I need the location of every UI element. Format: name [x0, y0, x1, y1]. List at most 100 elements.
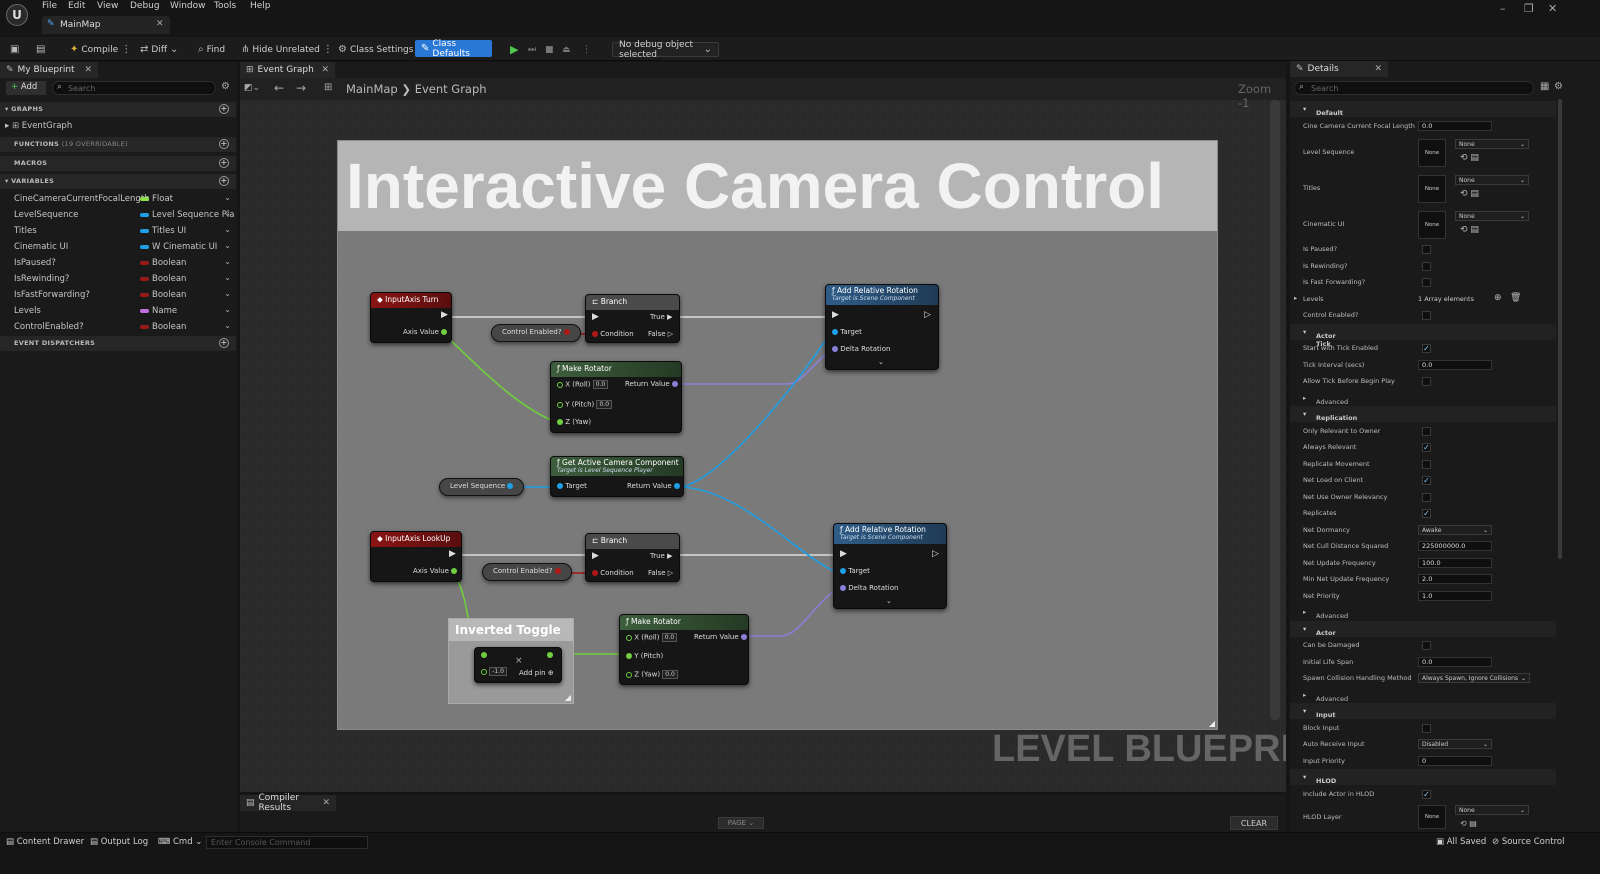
asset-dropdown[interactable]: None ⌄: [1455, 211, 1529, 221]
expand-arrow-icon[interactable]: ▸: [1294, 294, 1297, 302]
node-control-enabled-1[interactable]: Control Enabled?: [491, 324, 581, 342]
variable-row[interactable]: CineCameraCurrentFocalLength Float ⌄: [0, 192, 236, 206]
variable-row[interactable]: Titles Titles UI ⌄: [0, 224, 236, 238]
true-pin[interactable]: True ▶: [650, 313, 672, 321]
node-branch-1[interactable]: ⊏ Branch ▶ True ▶ Condition False ▷: [585, 294, 680, 343]
comment-inverted-toggle[interactable]: Inverted Toggle × -1.0 Add pin ⊕ ◢: [448, 618, 574, 704]
comment-title[interactable]: Inverted Toggle: [449, 619, 573, 641]
use-selected-icon[interactable]: ⟲ ▤: [1460, 819, 1477, 828]
node-branch-2[interactable]: ⊏ Branch ▶ True ▶ Condition False ▷: [585, 533, 680, 582]
target-pin[interactable]: Target: [832, 328, 862, 336]
axis-value-pin[interactable]: Axis Value: [403, 328, 448, 336]
asset-thumbnail[interactable]: None: [1418, 139, 1446, 167]
menu-help[interactable]: Help: [250, 1, 271, 11]
add-macro-icon[interactable]: +: [219, 158, 229, 168]
diff-button[interactable]: ⇄ Diff ⌄: [140, 42, 178, 57]
variable-row[interactable]: Cinematic UI W Cinematic UI ⌄: [0, 240, 236, 254]
chevron-down-icon[interactable]: ⌄: [224, 321, 231, 331]
sidebar-item-eventgraph[interactable]: ▸ ⊞ EventGraph: [0, 119, 236, 133]
input-pin-a[interactable]: [481, 651, 487, 659]
expand-icon[interactable]: ⌄: [886, 597, 892, 605]
browse-icon[interactable]: ▤: [36, 42, 45, 57]
exec-in-pin[interactable]: ▶: [832, 310, 839, 320]
section-hlod[interactable]: ▾ HLOD: [1290, 769, 1556, 785]
block-input-checkbox[interactable]: [1422, 724, 1431, 733]
return-value-pin[interactable]: Return Value: [694, 633, 747, 641]
variable-row[interactable]: IsPaused? Boolean ⌄: [0, 256, 236, 270]
delta-rotation-pin[interactable]: Delta Rotation: [840, 584, 898, 592]
asset-thumbnail[interactable]: None: [1418, 805, 1446, 829]
advanced-toggle[interactable]: ▸ Advanced: [1290, 604, 1556, 620]
input-priority-field[interactable]: 0: [1418, 756, 1492, 766]
minimize-icon[interactable]: –: [1500, 2, 1506, 15]
menu-edit[interactable]: Edit: [68, 1, 85, 11]
close-tab-icon[interactable]: ✕: [84, 65, 92, 75]
input-pin-b[interactable]: -1.0: [481, 667, 507, 676]
replicates-checkbox[interactable]: ✓: [1422, 509, 1431, 518]
details-tab[interactable]: ✎ Details ✕: [1290, 61, 1388, 77]
z-yaw-value[interactable]: 0.0: [662, 670, 678, 679]
node-inputaxis-lookup[interactable]: ◆ InputAxis LookUp ▶ Axis Value: [370, 531, 462, 582]
output-log-button[interactable]: ▤ Output Log: [90, 837, 148, 847]
auto-receive-dropdown[interactable]: Disabled ⌄: [1418, 739, 1492, 749]
use-selected-icon[interactable]: ⟲ ▤: [1460, 189, 1479, 199]
node-get-active-camera-component[interactable]: ƒ Get Active Camera Component Target is L…: [550, 456, 684, 497]
event-graph-tab[interactable]: ⊞ Event Graph ✕: [240, 62, 335, 78]
chevron-down-icon[interactable]: ⌄: [224, 305, 231, 315]
play-icon[interactable]: ▶: [510, 42, 518, 57]
all-saved-indicator[interactable]: ▣ All Saved: [1436, 837, 1486, 847]
section-actor-tick[interactable]: ▾ Actor Tick: [1290, 324, 1556, 348]
tick-interval-field[interactable]: 0.0: [1418, 360, 1492, 370]
trash-icon[interactable]: 🗑: [1510, 293, 1521, 303]
x-roll-value[interactable]: 0.0: [661, 633, 678, 642]
exec-out-pin[interactable]: ▶: [449, 549, 456, 559]
allow-tick-checkbox[interactable]: [1422, 377, 1431, 386]
close-tab-icon[interactable]: ✕: [321, 65, 329, 75]
chevron-down-icon[interactable]: ⌄: [224, 209, 231, 219]
close-tab-icon[interactable]: ✕: [1374, 64, 1382, 74]
node-add-relative-rotation-2[interactable]: ƒ Add Relative Rotation Target is Scene C…: [833, 523, 947, 609]
chevron-down-icon[interactable]: ⌄: [224, 193, 231, 203]
content-drawer-button[interactable]: ▤ Content Drawer: [6, 837, 84, 847]
node-control-enabled-2[interactable]: Control Enabled?: [482, 563, 572, 581]
node-make-rotator-2[interactable]: ƒ Make Rotator X (Roll) 0.0 Return Value…: [619, 614, 749, 685]
details-search[interactable]: ⌕ Search: [1294, 81, 1534, 95]
is-fast-forwarding-checkbox[interactable]: [1422, 278, 1431, 287]
node-multiply[interactable]: × -1.0 Add pin ⊕: [474, 647, 562, 683]
variable-row[interactable]: LevelSequence Level Sequence Pla ⌄: [0, 208, 236, 222]
advanced-toggle[interactable]: ▸ Advanced: [1290, 390, 1556, 406]
focal-length-field[interactable]: 0.0: [1418, 121, 1492, 131]
spawn-collision-dropdown[interactable]: Always Spawn, Ignore Collisions ⌄: [1418, 673, 1530, 683]
eject-icon[interactable]: ⏏: [562, 42, 571, 57]
y-pitch-pin[interactable]: Y (Pitch) 0.0: [557, 400, 613, 409]
variable-type[interactable]: W Cinematic UI: [140, 242, 217, 252]
asset-dropdown[interactable]: None ⌄: [1455, 805, 1529, 815]
is-paused-checkbox[interactable]: [1422, 245, 1431, 254]
source-control-button[interactable]: ⊘ Source Control: [1492, 837, 1564, 847]
page-dropdown[interactable]: PAGE ⌄: [718, 817, 764, 829]
condition-pin[interactable]: Condition: [592, 330, 634, 338]
menu-window[interactable]: Window: [170, 1, 206, 11]
add-pin-button[interactable]: Add pin ⊕: [519, 669, 554, 677]
exec-out-pin[interactable]: ▶: [441, 310, 448, 320]
section-input[interactable]: ▾ Input: [1290, 703, 1556, 719]
min-net-update-field[interactable]: 2.0: [1418, 574, 1492, 584]
add-function-icon[interactable]: +: [219, 139, 229, 149]
use-selected-icon[interactable]: ⟲ ▤: [1460, 153, 1479, 163]
variable-type[interactable]: Boolean: [140, 274, 186, 284]
more-icon[interactable]: ⋮: [582, 42, 591, 57]
condition-pin[interactable]: Condition: [592, 569, 634, 577]
initial-life-field[interactable]: 0.0: [1418, 657, 1492, 667]
axis-value-pin[interactable]: Axis Value: [413, 567, 458, 575]
variable-type[interactable]: Boolean: [140, 258, 186, 268]
menu-debug[interactable]: Debug: [130, 1, 160, 11]
hide-unrelated-button[interactable]: ⋔ Hide Unrelated ⋮: [241, 42, 333, 57]
find-button[interactable]: ⌕ Find: [198, 42, 225, 57]
exec-in-pin[interactable]: ▶: [592, 312, 599, 322]
node-make-rotator-1[interactable]: ƒ Make Rotator X (Roll) 0.0 Return Value…: [550, 361, 682, 433]
class-defaults-button[interactable]: ✎ Class Defaults: [415, 39, 492, 59]
x-roll-value[interactable]: 0.0: [592, 380, 609, 389]
net-dormancy-dropdown[interactable]: Awake ⌄: [1418, 525, 1492, 535]
event-dispatchers-category[interactable]: EVENT DISPATCHERS +: [0, 336, 236, 351]
exec-in-pin[interactable]: ▶: [592, 551, 599, 561]
